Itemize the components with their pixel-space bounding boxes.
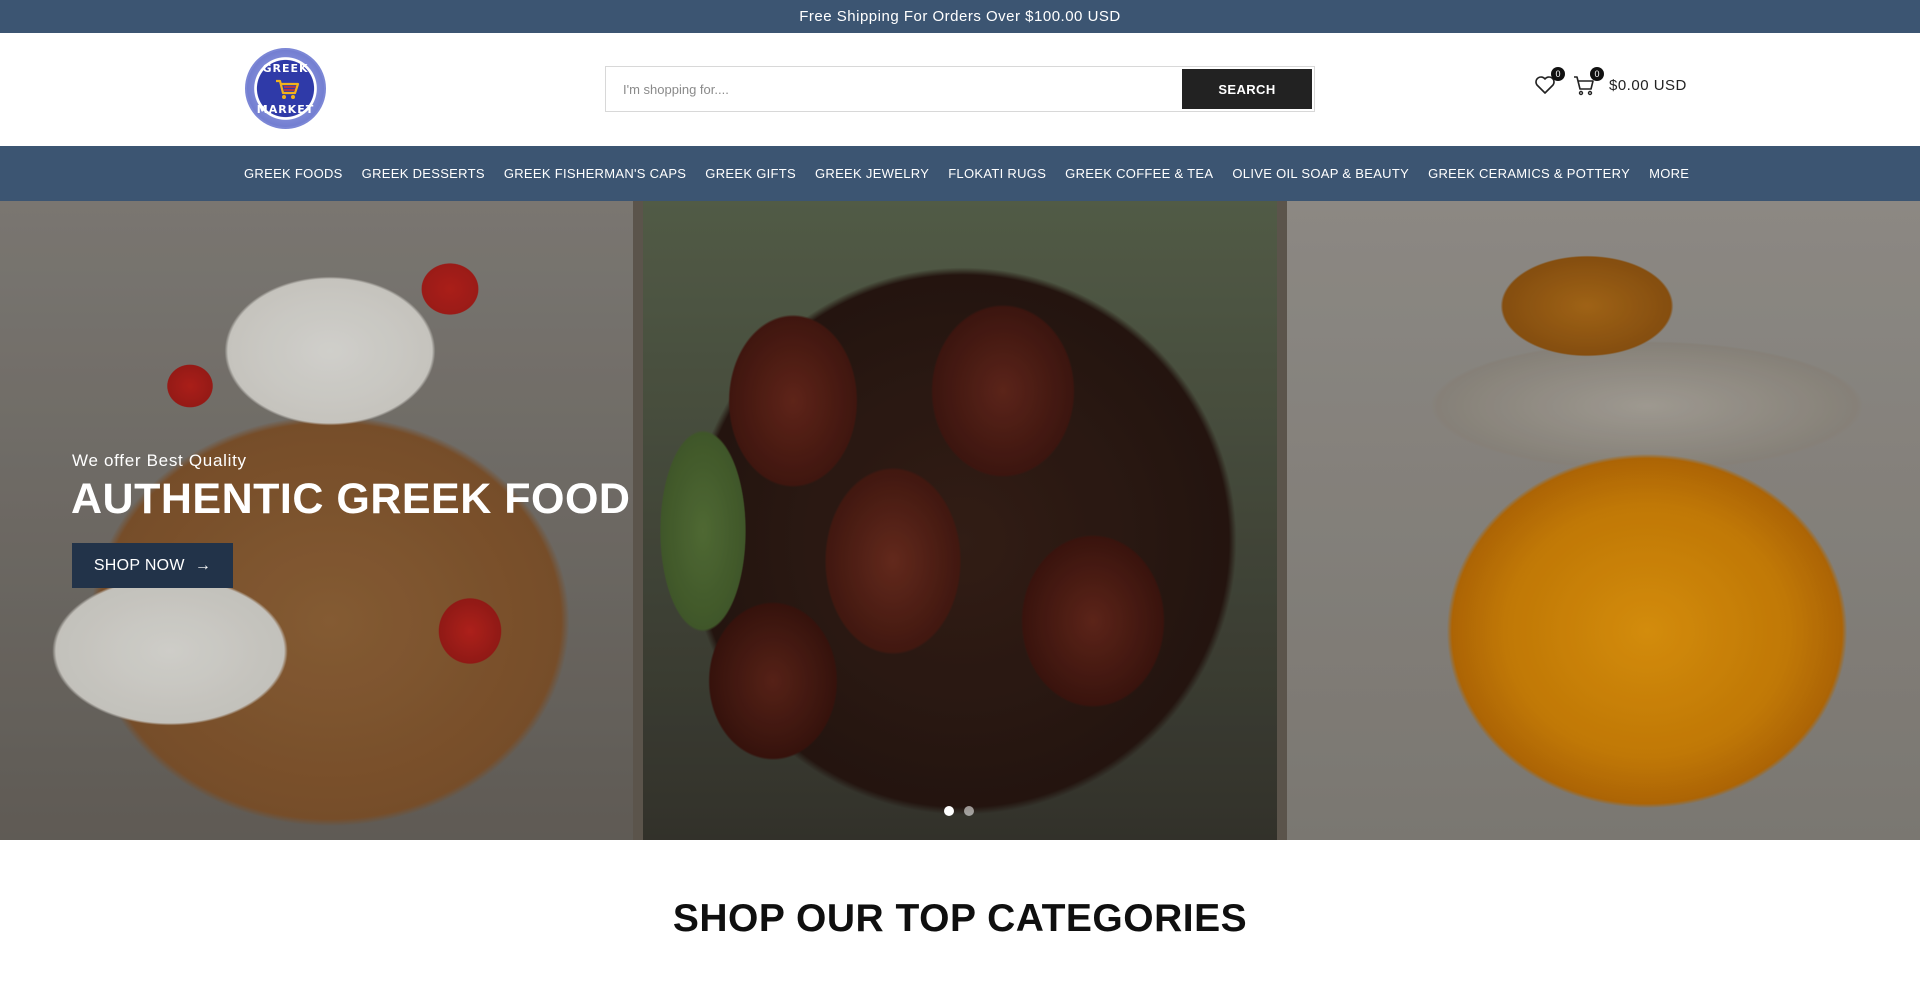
hero-slider: We offer Best Quality AUTHENTIC GREEK FO… [0, 201, 1920, 840]
search-input[interactable] [606, 67, 1182, 111]
logo-top-text: GREEK [262, 62, 309, 75]
slider-dot-2[interactable] [964, 806, 974, 816]
cart-button[interactable]: 0 [1572, 67, 1604, 97]
top-categories-title: SHOP OUR TOP CATEGORIES [672, 897, 1248, 940]
nav-item-ceramics-pottery[interactable]: GREEK CERAMICS & POTTERY [1428, 166, 1630, 181]
cart-count-badge: 0 [1590, 67, 1604, 81]
shop-now-label: SHOP NOW [93, 556, 185, 574]
arrow-right-icon: → [194, 556, 212, 574]
greek-market-logo[interactable]: GREEK MARKET [245, 48, 326, 129]
announcement-text: Free Shipping For Orders Over $100.00 US… [799, 8, 1121, 25]
nav-item-coffee-tea[interactable]: GREEK COFFEE & TEA [1065, 166, 1213, 181]
logo-bottom-text: MARKET [256, 103, 315, 116]
nav-item-greek-gifts[interactable]: GREEK GIFTS [705, 166, 796, 181]
nav-item-greek-jewelry[interactable]: GREEK JEWELRY [815, 166, 929, 181]
search-button[interactable]: SEARCH [1182, 69, 1312, 109]
nav-item-fishermans-caps[interactable]: GREEK FISHERMAN'S CAPS [504, 166, 686, 181]
nav-item-greek-foods[interactable]: GREEK FOODS [244, 166, 343, 181]
nav-item-olive-oil-soap[interactable]: OLIVE OIL SOAP & BEAUTY [1232, 166, 1409, 181]
nav-item-greek-desserts[interactable]: GREEK DESSERTS [362, 166, 485, 181]
hero-title: AUTHENTIC GREEK FOOD [71, 475, 631, 523]
search-bar: SEARCH [605, 66, 1315, 112]
nav-item-more[interactable]: MORE [1649, 166, 1689, 181]
cart-total[interactable]: $0.00 USD [1609, 77, 1687, 94]
logo-cart-icon [276, 79, 300, 99]
nav-item-flokati-rugs[interactable]: FLOKATI RUGS [948, 166, 1046, 181]
main-nav: GREEK FOODS GREEK DESSERTS GREEK FISHERM… [0, 146, 1920, 201]
wishlist-count-badge: 0 [1551, 67, 1565, 81]
site-header: GREEK MARKET SEARCH 0 0 $0.00 USD [0, 33, 1920, 146]
hero-subtitle: We offer Best Quality [72, 451, 247, 470]
announcement-bar: Free Shipping For Orders Over $100.00 US… [0, 0, 1920, 33]
slider-dot-1[interactable] [944, 806, 954, 816]
slider-pagination [944, 806, 974, 816]
shop-now-button[interactable]: SHOP NOW → [72, 543, 233, 588]
wishlist-button[interactable]: 0 [1533, 67, 1565, 97]
